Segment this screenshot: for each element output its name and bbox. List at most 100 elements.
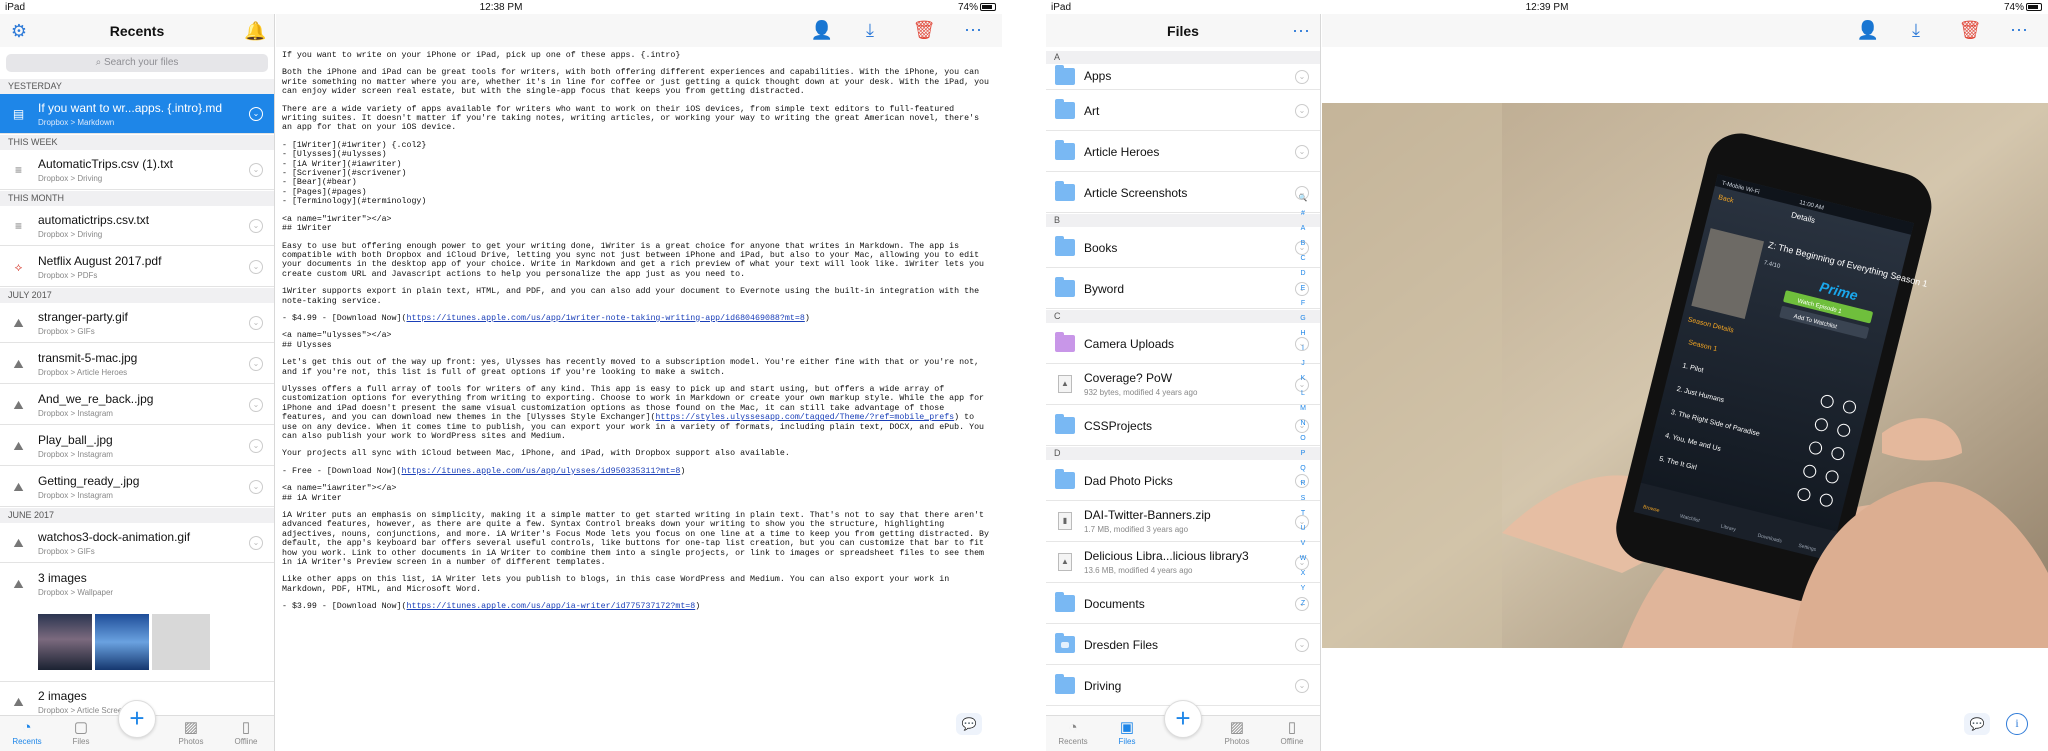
index-letter[interactable]: F <box>1297 296 1309 311</box>
index-letter[interactable]: W <box>1297 551 1309 566</box>
alphabet-index[interactable]: 🔍 # A B C D E F G H I J K L M N O P Q R S T U V W X Y Z <box>1297 191 1309 611</box>
share-add-user-icon[interactable]: 👤 <box>1856 18 1880 42</box>
search-input[interactable]: ⌕ Search your files <box>6 54 268 72</box>
folder-row[interactable]: Camera Uploads ⌄ <box>1046 324 1320 364</box>
add-button[interactable]: + <box>118 700 156 738</box>
index-letter[interactable]: N <box>1297 416 1309 431</box>
options-chevron-icon[interactable]: ⌄ <box>249 536 263 550</box>
notifications-bell-icon[interactable]: 🔔 <box>244 20 266 42</box>
save-offline-icon[interactable]: ⤓ <box>858 18 882 42</box>
folder-row[interactable]: Article Heroes ⌄ <box>1046 132 1320 172</box>
trash-icon[interactable]: 🗑 <box>912 18 936 42</box>
tab-offline[interactable]: ▯ Offline <box>226 719 266 746</box>
list-item[interactable]: ⛰ Getting_ready_.jpg Dropbox > Instagram… <box>0 467 274 507</box>
save-offline-icon[interactable]: ⤓ <box>1904 18 1928 42</box>
tab-recents[interactable]: ◔ Recents <box>1053 719 1093 746</box>
options-chevron-icon[interactable]: ⌄ <box>249 316 263 330</box>
list-item[interactable]: ⛰ Play_ball_.jpg Dropbox > Instagram ⌄ <box>0 426 274 466</box>
index-letter[interactable]: B <box>1297 236 1309 251</box>
more-options-icon[interactable]: ⋯ <box>961 18 985 42</box>
index-letter[interactable]: D <box>1297 266 1309 281</box>
index-letter[interactable]: V <box>1297 536 1309 551</box>
options-chevron-icon[interactable]: ⌄ <box>249 107 263 121</box>
folder-row[interactable]: Dad Photo Picks ⌄ <box>1046 461 1320 501</box>
tab-files[interactable]: ▣ Files <box>1107 719 1147 746</box>
index-letter[interactable]: U <box>1297 521 1309 536</box>
more-options-icon[interactable]: ⋯ <box>1290 20 1312 42</box>
index-letter[interactable]: T <box>1297 506 1309 521</box>
list-item[interactable]: ⛰ stranger-party.gif Dropbox > GIFs ⌄ <box>0 303 274 343</box>
index-letter[interactable]: 🔍 <box>1297 191 1309 206</box>
tab-photos[interactable]: ▨ Photos <box>1217 719 1257 746</box>
index-letter[interactable]: I <box>1297 341 1309 356</box>
options-chevron-icon[interactable]: ⌄ <box>249 398 263 412</box>
thumbnail-image[interactable] <box>95 614 149 670</box>
index-letter[interactable]: A <box>1297 221 1309 236</box>
options-chevron-icon[interactable]: ⌄ <box>249 480 263 494</box>
list-item[interactable]: ⛰ watchos3-dock-animation.gif Dropbox > … <box>0 523 274 563</box>
comments-icon[interactable]: 💬 <box>1964 713 1990 735</box>
list-item[interactable]: ⛰ transmit-5-mac.jpg Dropbox > Article H… <box>0 344 274 384</box>
download-link[interactable]: https://itunes.apple.com/us/app/1writer-… <box>406 314 804 323</box>
thumbnail-image[interactable] <box>38 614 92 670</box>
index-letter[interactable]: Y <box>1297 581 1309 596</box>
tab-photos[interactable]: ▨ Photos <box>171 719 211 746</box>
options-chevron-icon[interactable]: ⌄ <box>249 219 263 233</box>
folder-row[interactable]: Books ⌄ <box>1046 228 1320 268</box>
index-letter[interactable]: Z <box>1297 596 1309 611</box>
file-row[interactable]: ▲ Coverage? PoW 932 bytes, modified 4 ye… <box>1046 365 1320 405</box>
index-letter[interactable]: Q <box>1297 461 1309 476</box>
preview-photo[interactable]: T-Mobile Wi-Fi 11:00 AM Back Details Z: … <box>1322 103 2048 648</box>
tab-offline[interactable]: ▯ Offline <box>1272 719 1312 746</box>
list-item[interactable]: ≡ automatictrips.csv.txt Dropbox > Drivi… <box>0 206 274 246</box>
download-link[interactable]: https://itunes.apple.com/us/app/ulysses/… <box>402 467 681 476</box>
options-chevron-icon[interactable]: ⌄ <box>249 163 263 177</box>
index-letter[interactable]: M <box>1297 401 1309 416</box>
folder-row[interactable]: Dresden Files ⌄ <box>1046 625 1320 665</box>
info-icon[interactable]: i <box>2006 713 2028 735</box>
options-chevron-icon[interactable]: ⌄ <box>249 439 263 453</box>
style-exchange-link[interactable]: https://styles.ulyssesapp.com/tagged/The… <box>655 413 954 422</box>
folder-row[interactable]: Art ⌄ <box>1046 91 1320 131</box>
tab-files[interactable]: ▢ Files <box>61 719 101 746</box>
trash-icon[interactable]: 🗑 <box>1958 18 1982 42</box>
folder-row[interactable]: CSSProjects ⌄ <box>1046 406 1320 446</box>
index-letter[interactable]: J <box>1297 356 1309 371</box>
thumbnail-image[interactable] <box>152 614 210 670</box>
index-letter[interactable]: K <box>1297 371 1309 386</box>
tab-recents[interactable]: ◔ Recents <box>7 719 47 746</box>
list-item[interactable]: ▤ If you want to wr...apps. {.intro}.md … <box>0 94 274 134</box>
options-chevron-icon[interactable]: ⌄ <box>1295 679 1309 693</box>
options-chevron-icon[interactable]: ⌄ <box>1295 70 1309 84</box>
download-link[interactable]: https://itunes.apple.com/us/app/ia-write… <box>406 602 695 611</box>
index-letter[interactable]: E <box>1297 281 1309 296</box>
options-chevron-icon[interactable]: ⌄ <box>1295 638 1309 652</box>
file-row[interactable]: ▮ DAI-Twitter-Banners.zip 1.7 MB, modifi… <box>1046 502 1320 542</box>
comments-icon[interactable]: 💬 <box>956 713 982 735</box>
image-preview-area[interactable]: T-Mobile Wi-Fi 11:00 AM Back Details Z: … <box>1322 47 2048 751</box>
index-letter[interactable]: X <box>1297 566 1309 581</box>
list-item[interactable]: ⛰ And_we_re_back..jpg Dropbox > Instagra… <box>0 385 274 425</box>
more-options-icon[interactable]: ⋯ <box>2007 18 2031 42</box>
folder-row[interactable]: Apps ⌄ <box>1046 64 1320 90</box>
index-letter[interactable]: P <box>1297 446 1309 461</box>
index-letter[interactable]: # <box>1297 206 1309 221</box>
wallpaper-thumbnails[interactable] <box>38 614 210 670</box>
options-chevron-icon[interactable]: ⌄ <box>249 357 263 371</box>
add-button[interactable]: + <box>1164 700 1202 738</box>
list-item[interactable]: ⟡ Netflix August 2017.pdf Dropbox > PDFs… <box>0 247 274 287</box>
folder-row[interactable]: Documents ⌄ <box>1046 584 1320 624</box>
options-chevron-icon[interactable]: ⌄ <box>1295 145 1309 159</box>
index-letter[interactable]: O <box>1297 431 1309 446</box>
index-letter[interactable]: L <box>1297 386 1309 401</box>
options-chevron-icon[interactable]: ⌄ <box>1295 104 1309 118</box>
index-letter[interactable]: G <box>1297 311 1309 326</box>
file-row[interactable]: ▲ Delicious Libra...licious library3 13.… <box>1046 543 1320 583</box>
share-add-user-icon[interactable]: 👤 <box>810 18 834 42</box>
index-letter[interactable]: S <box>1297 491 1309 506</box>
options-chevron-icon[interactable]: ⌄ <box>249 260 263 274</box>
folder-row[interactable]: Byword ⌄ <box>1046 269 1320 309</box>
markdown-editor[interactable]: If you want to write on your iPhone or i… <box>276 47 1002 751</box>
index-letter[interactable]: R <box>1297 476 1309 491</box>
index-letter[interactable]: C <box>1297 251 1309 266</box>
